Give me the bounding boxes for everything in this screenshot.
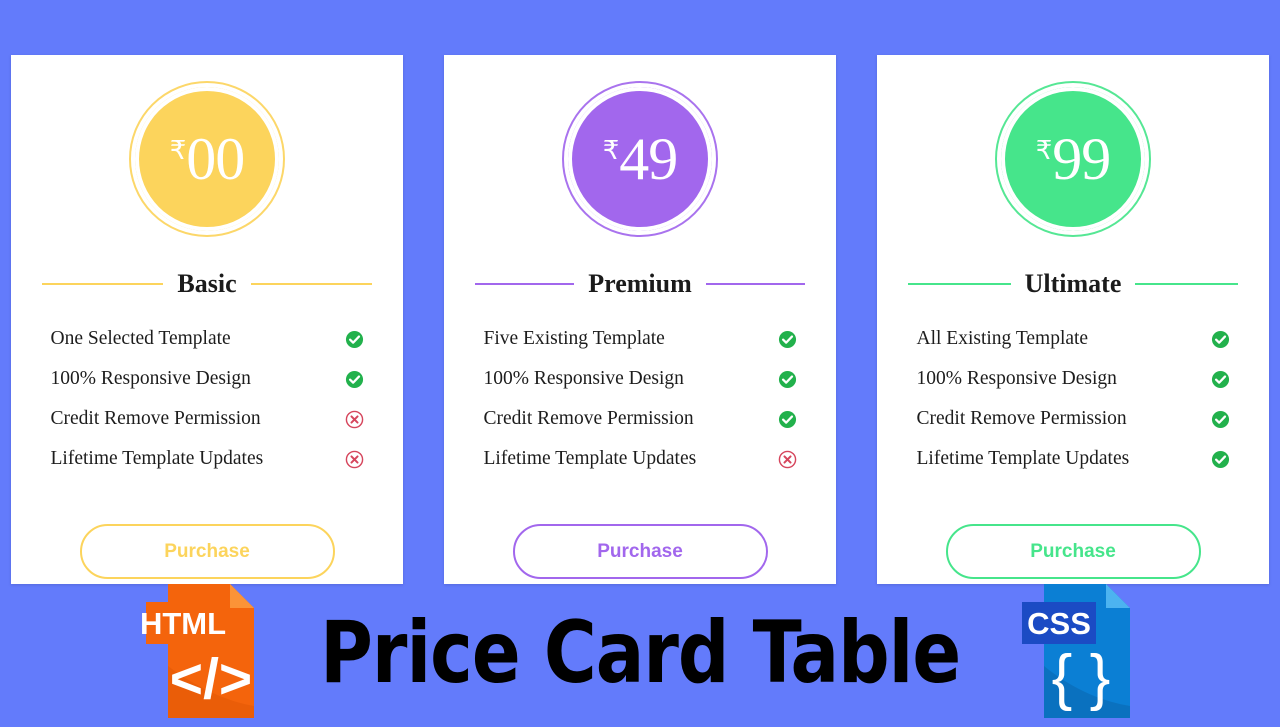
feature-label: 100% Responsive Design — [50, 368, 251, 389]
feature-list: All Existing Template 100% Responsive Des… — [917, 319, 1230, 479]
plan-name: Premium — [588, 269, 692, 298]
feature-label: Lifetime Template Updates — [50, 448, 264, 469]
check-icon — [345, 330, 364, 349]
feature-row: Credit Remove Permission — [51, 399, 364, 439]
feature-label: Credit Remove Permission — [916, 408, 1127, 429]
html-icon-label: HTML — [142, 606, 226, 641]
plan-rule-right — [705, 283, 805, 285]
currency-symbol: ₹ — [169, 136, 187, 165]
feature-label: One Selected Template — [50, 328, 231, 349]
currency-symbol: ₹ — [602, 136, 620, 165]
feature-row: Five Existing Template — [484, 319, 797, 359]
feature-label: 100% Responsive Design — [916, 368, 1117, 389]
price-value: ₹49 — [602, 126, 679, 192]
check-icon — [1211, 450, 1230, 469]
feature-row: All Existing Template — [917, 319, 1230, 359]
css-icon-glyph: { } — [1052, 643, 1111, 712]
feature-row: Credit Remove Permission — [917, 399, 1230, 439]
check-icon — [778, 410, 797, 429]
check-icon — [1211, 410, 1230, 429]
feature-label: 100% Responsive Design — [483, 368, 684, 389]
plan-rule-right — [1135, 283, 1238, 285]
plan-name: Basic — [177, 269, 237, 298]
plan-rule-left — [42, 283, 164, 285]
bottom-banner: HTML </> Price Card Table CSS { } — [0, 583, 1280, 720]
plan-heading: Ultimate — [908, 269, 1238, 299]
check-icon — [778, 370, 797, 389]
pricing-card-list: ₹00 Basic One Selected Template 100% Respon… — [0, 55, 1280, 585]
purchase-button[interactable]: Purchase — [79, 524, 335, 579]
price-value: ₹99 — [1035, 126, 1112, 192]
html-file-icon: HTML </> — [140, 580, 262, 722]
price-badge: ₹49 — [562, 81, 718, 237]
pricing-card-ultimate: ₹99 Ultimate All Existing Template 100% Res… — [877, 55, 1269, 584]
feature-label: Lifetime Template Updates — [483, 448, 697, 469]
price-badge-wrap: ₹49 — [562, 81, 718, 237]
price-value: ₹00 — [169, 126, 246, 192]
feature-row: 100% Responsive Design — [917, 359, 1230, 399]
check-icon — [1211, 330, 1230, 349]
price-amount: 49 — [619, 126, 678, 192]
cross-icon — [345, 410, 364, 429]
plan-name: Ultimate — [1024, 269, 1122, 298]
feature-row: 100% Responsive Design — [484, 359, 797, 399]
price-badge: ₹99 — [995, 81, 1151, 237]
feature-row: One Selected Template — [51, 319, 364, 359]
page-title: Price Card Table — [319, 602, 961, 703]
pricing-card-basic: ₹00 Basic One Selected Template 100% Respon… — [11, 55, 403, 584]
feature-label: Credit Remove Permission — [50, 408, 261, 429]
plan-heading: Basic — [42, 269, 373, 299]
feature-list: One Selected Template 100% Responsive Des… — [51, 319, 364, 479]
feature-label: Credit Remove Permission — [483, 408, 694, 429]
price-badge: ₹00 — [129, 81, 285, 237]
price-amount: 00 — [186, 126, 245, 192]
feature-list: Five Existing Template 100% Responsive De… — [484, 319, 797, 479]
feature-label: Lifetime Template Updates — [916, 448, 1130, 469]
feature-row: Lifetime Template Updates — [51, 439, 364, 479]
check-icon — [778, 330, 797, 349]
cross-icon — [778, 450, 797, 469]
feature-label: Five Existing Template — [483, 328, 665, 349]
plan-rule-left — [908, 283, 1011, 285]
css-icon-label: CSS — [1027, 606, 1091, 641]
cross-icon — [345, 450, 364, 469]
plan-heading: Premium — [475, 269, 805, 299]
feature-row: Lifetime Template Updates — [917, 439, 1230, 479]
html-icon-glyph: </> — [170, 647, 252, 711]
feature-row: Lifetime Template Updates — [484, 439, 797, 479]
price-badge-wrap: ₹00 — [129, 81, 285, 237]
check-icon — [1211, 370, 1230, 389]
currency-symbol: ₹ — [1035, 136, 1053, 165]
plan-rule-right — [250, 283, 373, 285]
feature-row: Credit Remove Permission — [484, 399, 797, 439]
purchase-button[interactable]: Purchase — [512, 524, 768, 579]
price-badge-wrap: ₹99 — [995, 81, 1151, 237]
plan-rule-left — [475, 283, 575, 285]
price-amount: 99 — [1052, 126, 1111, 192]
pricing-card-premium: ₹49 Premium Five Existing Template 100% Res… — [444, 55, 836, 584]
feature-row: 100% Responsive Design — [51, 359, 364, 399]
check-icon — [345, 370, 364, 389]
css-file-icon: CSS { } — [1018, 580, 1138, 722]
purchase-button[interactable]: Purchase — [945, 524, 1201, 579]
feature-label: All Existing Template — [916, 328, 1089, 349]
